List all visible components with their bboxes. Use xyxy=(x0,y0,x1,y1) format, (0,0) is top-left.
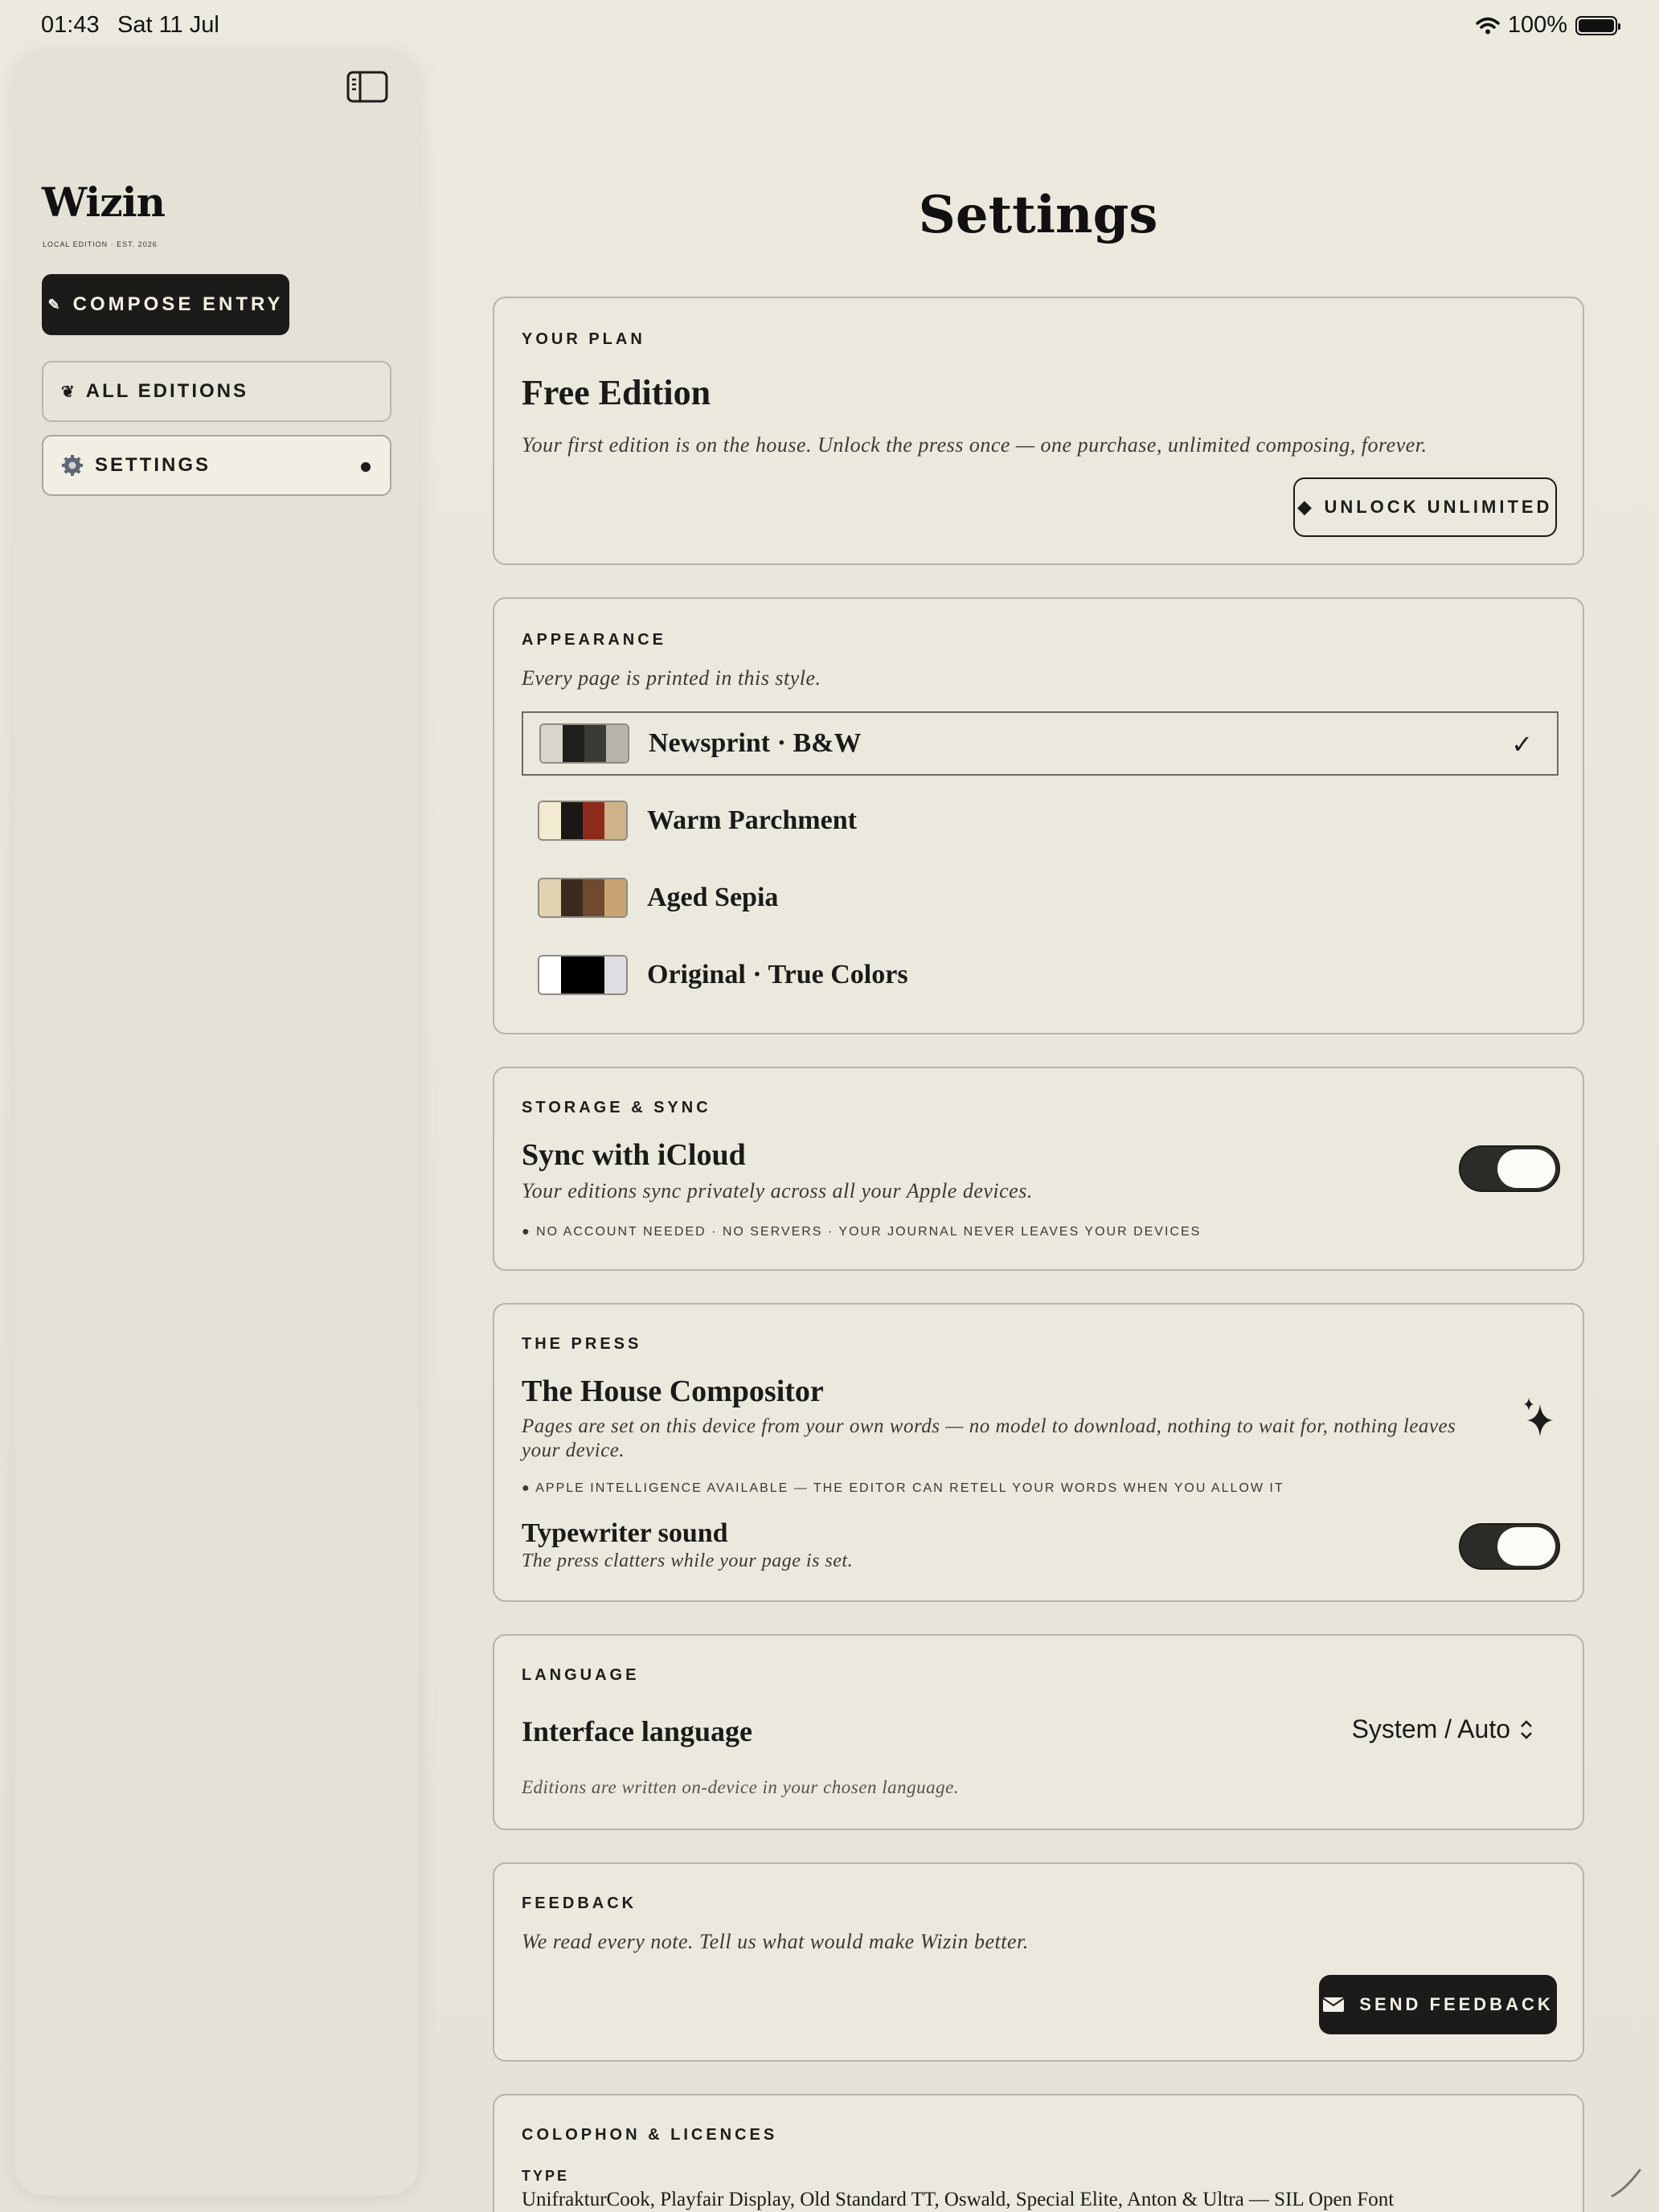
unlock-unlimited-button[interactable]: ◆ UNLOCK UNLIMITED xyxy=(1293,477,1557,537)
feedback-section-label: FEEDBACK xyxy=(522,1895,637,1912)
theme-option-original[interactable]: Original · True Colors xyxy=(522,943,1559,1007)
appearance-subtitle: Every page is printed in this style. xyxy=(522,666,821,690)
typewriter-sound-title: Typewriter sound xyxy=(522,1518,728,1548)
sparkles-icon xyxy=(1524,1398,1553,1436)
plan-section-label: YOUR PLAN xyxy=(522,330,645,348)
type-label: TYPE xyxy=(522,2168,570,2184)
send-feedback-button[interactable]: SEND FEEDBACK xyxy=(1319,1975,1557,2034)
checkmark-icon: ✓ xyxy=(1511,730,1533,759)
theme-swatch xyxy=(538,801,628,841)
language-picker-value: System / Auto xyxy=(1351,1714,1510,1743)
interface-language-title: Interface language xyxy=(522,1715,752,1747)
battery-percent: 100% xyxy=(1507,12,1567,38)
language-section-label: LANGUAGE xyxy=(522,1666,640,1684)
unlock-unlimited-label: UNLOCK UNLIMITED xyxy=(1324,497,1553,517)
status-right: 100% xyxy=(1476,12,1620,39)
colophon-card: COLOPHON & LICENCES TYPE UnifrakturCook,… xyxy=(493,2094,1584,2212)
sidebar-item-settings[interactable]: SETTINGS xyxy=(42,435,391,496)
sidebar-item-label: ALL EDITIONS xyxy=(85,380,248,402)
gear-icon xyxy=(62,455,83,476)
swatch-color xyxy=(604,956,626,993)
emblem-icon: ❦ xyxy=(61,383,75,401)
sidebar: Wizin LOCAL EDITION · EST. 2026 ✎ COMPOS… xyxy=(15,53,418,2195)
app-logo-subtitle: LOCAL EDITION · EST. 2026 xyxy=(43,240,158,248)
swatch-color xyxy=(541,725,563,762)
appearance-section-label: APPEARANCE xyxy=(522,631,667,649)
language-card: LANGUAGE Interface language System / Aut… xyxy=(493,1634,1584,1830)
type-value: UnifrakturCook, Playfair Display, Old St… xyxy=(522,2189,1395,2210)
press-note: ● APPLE INTELLIGENCE AVAILABLE — THE EDI… xyxy=(522,1481,1284,1495)
house-compositor-title: The House Compositor xyxy=(522,1374,824,1408)
toggle-knob xyxy=(1497,1149,1555,1188)
swatch-color xyxy=(561,802,583,839)
swatch-color xyxy=(539,802,561,839)
sidebar-item-label: SETTINGS xyxy=(95,454,211,476)
wifi-icon xyxy=(1476,17,1500,34)
swatch-color xyxy=(561,879,583,916)
sync-icloud-description: Your editions sync privately across all … xyxy=(522,1179,1033,1202)
status-date: Sat 11 Jul xyxy=(117,12,219,38)
app-logo: Wizin xyxy=(42,178,166,226)
swatch-color xyxy=(584,725,606,762)
swatch-color xyxy=(583,879,604,916)
theme-swatch xyxy=(538,955,628,995)
house-compositor-description-line1: Pages are set on this device from your o… xyxy=(522,1415,1456,1437)
battery-icon xyxy=(1575,15,1620,35)
language-description: Editions are written on-device in your c… xyxy=(522,1777,960,1797)
swatch-color xyxy=(604,879,626,916)
active-indicator-dot xyxy=(361,462,371,472)
swatch-color xyxy=(606,725,628,762)
plan-card: YOUR PLAN Free Edition Your first editio… xyxy=(493,297,1584,565)
send-feedback-label: SEND FEEDBACK xyxy=(1359,1994,1554,2014)
compose-entry-button[interactable]: ✎ COMPOSE ENTRY xyxy=(42,274,289,335)
status-time: 01:43 xyxy=(41,12,100,38)
press-card: THE PRESS The House Compositor Pages are… xyxy=(493,1303,1584,1602)
plan-title: Free Edition xyxy=(522,373,711,412)
swatch-color xyxy=(583,802,604,839)
theme-name: Warm Parchment xyxy=(647,805,857,835)
feedback-description: We read every note. Tell us what would m… xyxy=(522,1930,1029,1953)
pencil-hover-indicator-icon xyxy=(1611,2169,1641,2198)
house-compositor-description-line2: your device. xyxy=(522,1440,625,1461)
page-title: Settings xyxy=(918,185,1158,245)
swatch-color xyxy=(583,956,604,993)
theme-option-newsprint[interactable]: Newsprint · B&W ✓ xyxy=(522,711,1559,776)
toggle-knob xyxy=(1497,1527,1555,1566)
storage-note: ● NO ACCOUNT NEEDED · NO SERVERS · YOUR … xyxy=(522,1225,1202,1239)
envelope-icon xyxy=(1322,1997,1345,2012)
theme-option-warm-parchment[interactable]: Warm Parchment xyxy=(522,789,1559,853)
swatch-color xyxy=(539,956,561,993)
chevron-up-down-icon xyxy=(1521,1719,1532,1739)
sidebar-toggle-icon[interactable] xyxy=(346,71,388,103)
theme-name: Newsprint · B&W xyxy=(649,728,862,758)
theme-option-aged-sepia[interactable]: Aged Sepia xyxy=(522,866,1559,930)
compose-entry-label: COMPOSE ENTRY xyxy=(72,293,284,315)
language-picker[interactable]: System / Auto xyxy=(1352,1714,1534,1744)
typewriter-sound-toggle[interactable] xyxy=(1459,1523,1560,1570)
appearance-card: APPEARANCE Every page is printed in this… xyxy=(493,597,1584,1034)
typewriter-sound-description: The press clatters while your page is se… xyxy=(522,1550,854,1571)
sidebar-item-all-editions[interactable]: ❦ ALL EDITIONS xyxy=(42,361,391,422)
storage-section-label: STORAGE & SYNC xyxy=(522,1099,711,1116)
sync-icloud-title: Sync with iCloud xyxy=(522,1138,746,1172)
theme-name: Aged Sepia xyxy=(647,883,779,912)
icloud-sync-toggle[interactable] xyxy=(1459,1145,1560,1192)
settings-screen: 01:43 Sat 11 Jul 100% Wizin LOCAL EDITIO… xyxy=(0,0,1659,2212)
plan-description: Your first edition is on the house. Unlo… xyxy=(522,433,1428,457)
colophon-section-label: COLOPHON & LICENCES xyxy=(522,2126,778,2144)
status-bar: 01:43 Sat 11 Jul 100% xyxy=(0,0,1659,51)
pen-icon: ✎ xyxy=(47,296,60,313)
press-section-label: THE PRESS xyxy=(522,1335,642,1353)
diamond-icon: ◆ xyxy=(1297,497,1312,517)
swatch-color xyxy=(539,879,561,916)
feedback-card: FEEDBACK We read every note. Tell us wha… xyxy=(493,1862,1584,2062)
storage-card: STORAGE & SYNC Sync with iCloud Your edi… xyxy=(493,1067,1584,1271)
theme-name: Original · True Colors xyxy=(647,960,908,989)
theme-swatch xyxy=(538,878,628,918)
swatch-color xyxy=(563,725,584,762)
swatch-color xyxy=(604,802,626,839)
theme-swatch xyxy=(539,723,629,764)
swatch-color xyxy=(561,956,583,993)
